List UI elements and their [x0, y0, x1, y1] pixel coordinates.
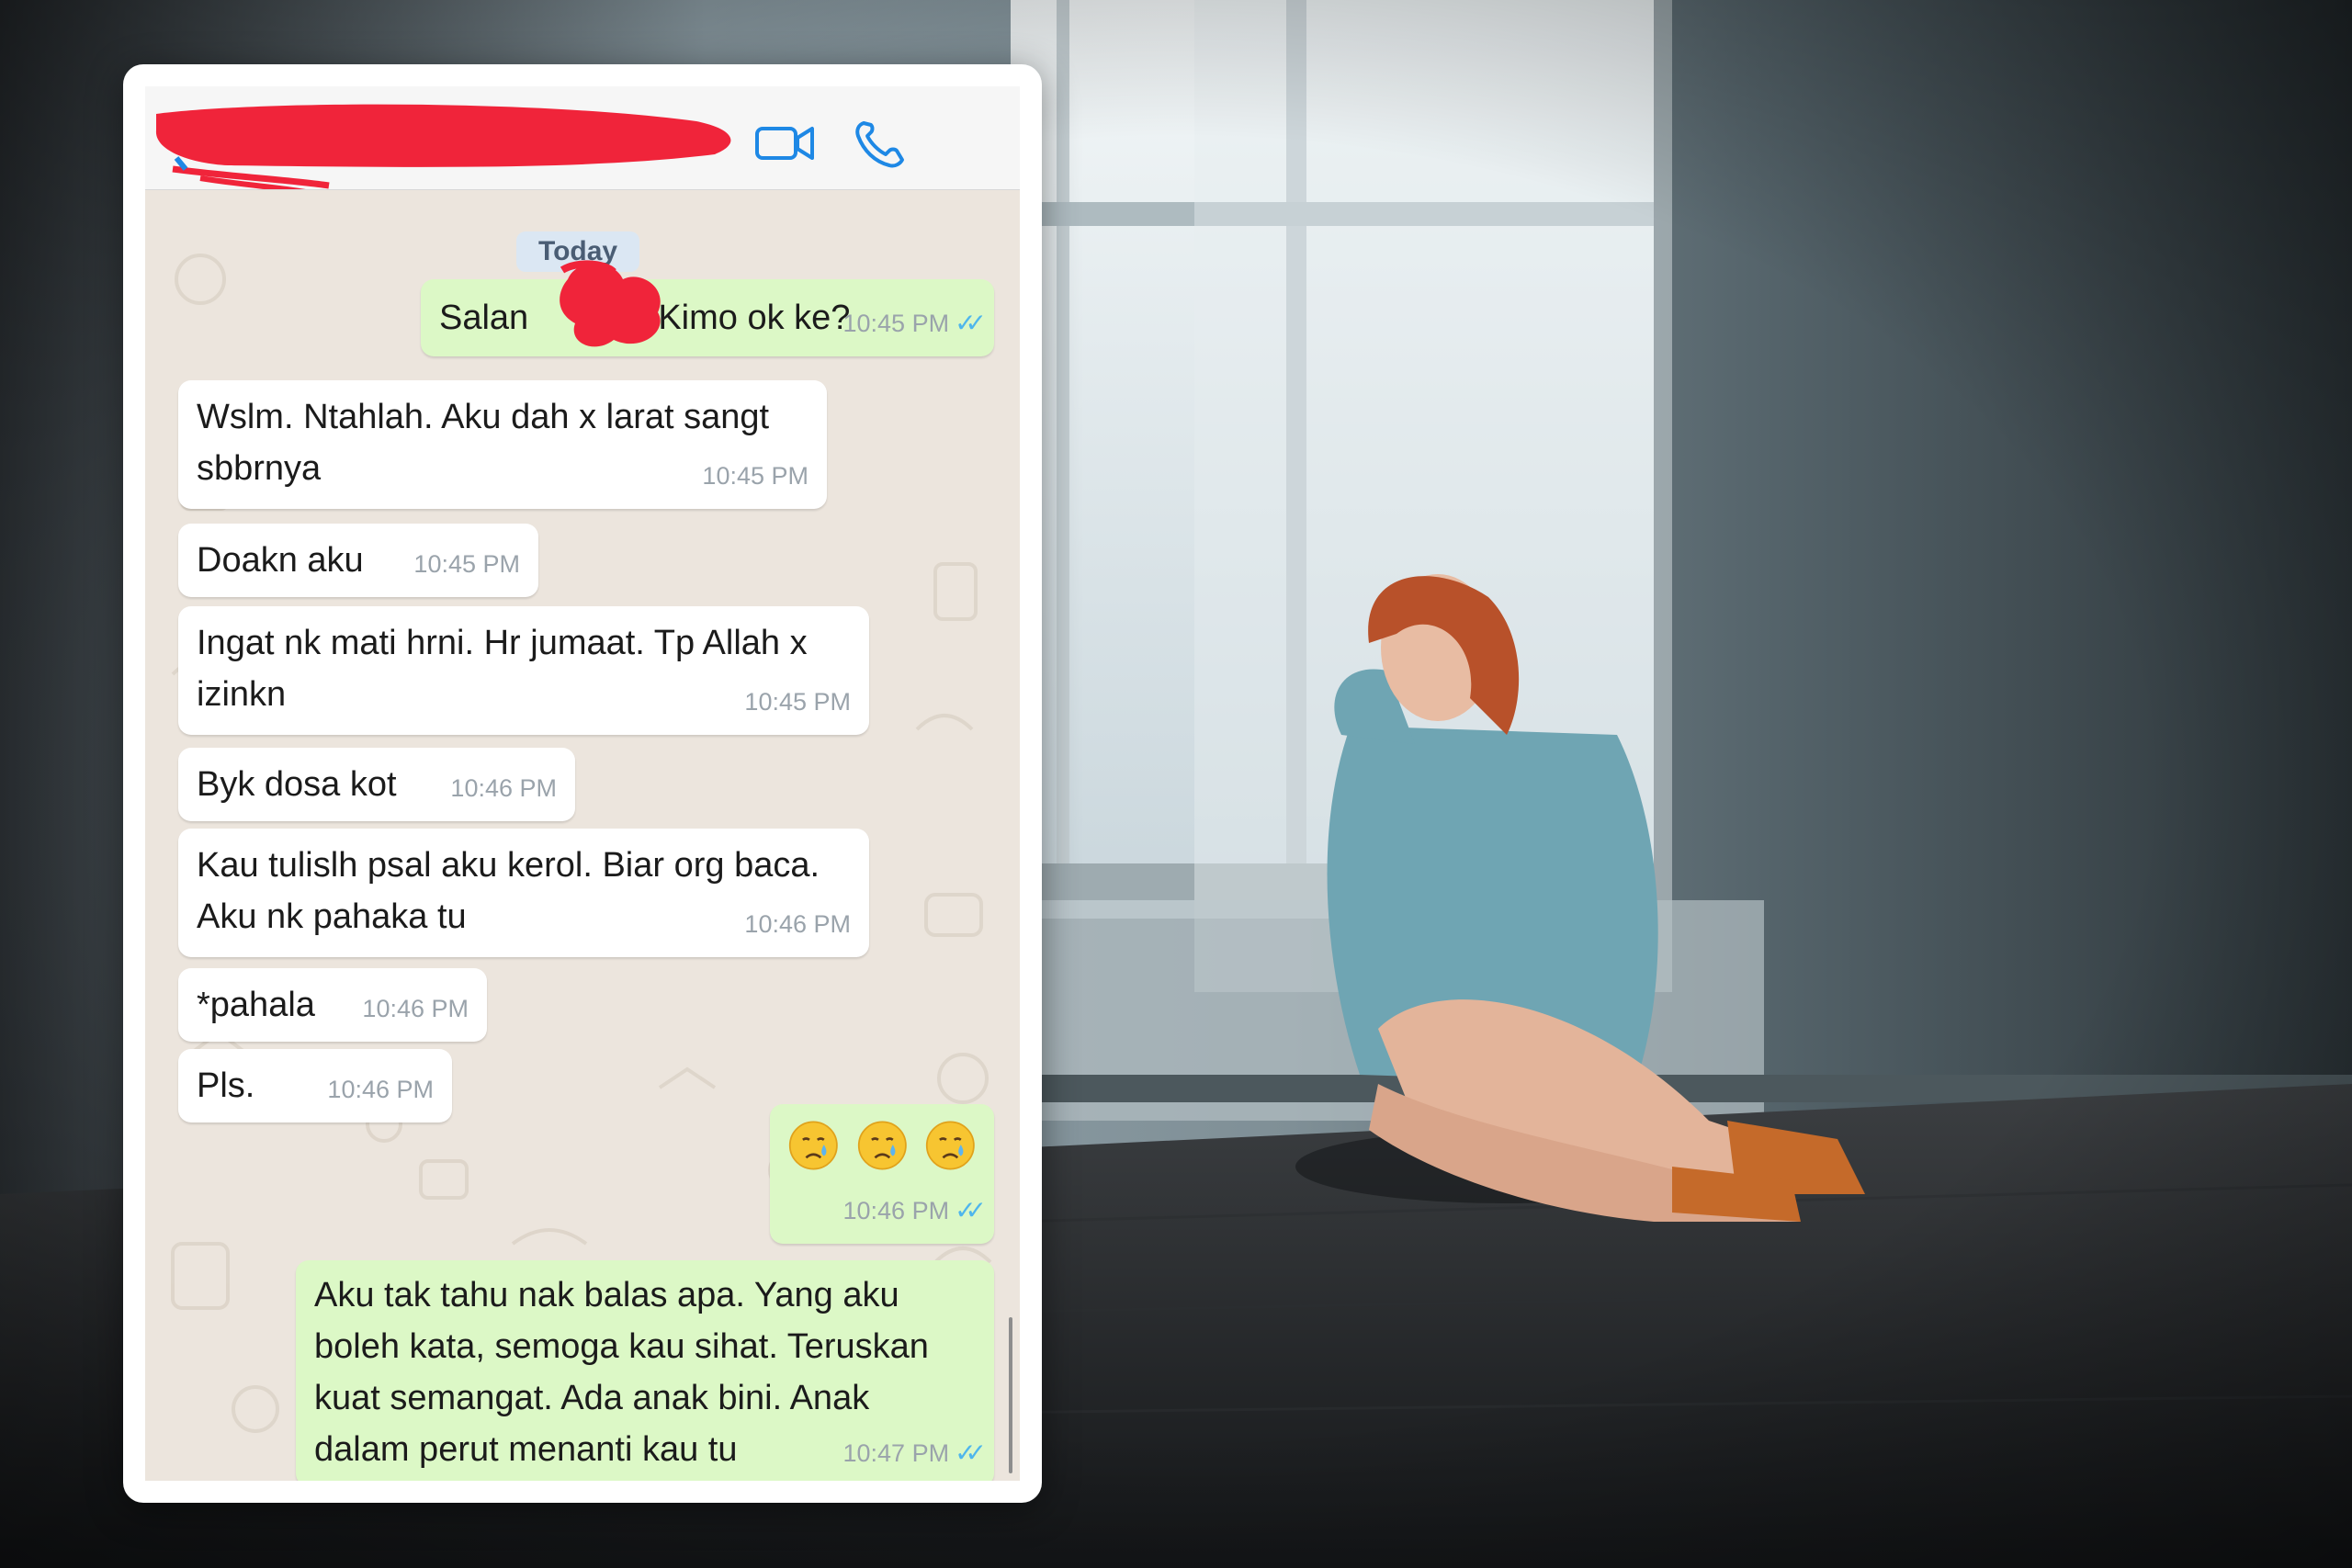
message-incoming[interactable]: Ingat nk mati hrni. Hr jumaat. Tp Allah …	[178, 606, 869, 735]
chat-header	[145, 86, 1020, 190]
message-meta: 10:45 PM ✓✓	[842, 298, 987, 349]
voice-call-icon[interactable]	[851, 118, 915, 169]
message-line: Ingat nk mati hrni. Hr jumaat. Tp Allah …	[197, 624, 808, 662]
message-meta: 10:46 PM ✓✓	[842, 1185, 987, 1236]
message-line: Aku tak tahu nak balas apa. Yang aku	[314, 1276, 899, 1314]
message-incoming[interactable]: Wslm. Ntahlah. Aku dah x larat sangt sbb…	[178, 380, 827, 509]
crying-face-icon	[788, 1121, 838, 1170]
read-receipt-icon: ✓✓	[955, 309, 987, 337]
message-outgoing-emoji[interactable]: 10:46 PM ✓✓	[770, 1104, 994, 1244]
message-incoming[interactable]: Doakn aku 10:45 PM	[178, 524, 538, 597]
message-outgoing[interactable]: Aku tak tahu nak balas apa. Yang aku bol…	[296, 1260, 994, 1481]
crying-face-icon	[926, 1121, 976, 1170]
emoji-row	[788, 1104, 976, 1174]
message-line: Wslm. Ntahlah. Aku dah x larat sangt	[197, 398, 770, 436]
message-time: 10:47 PM	[842, 1439, 950, 1467]
message-time: 10:46 PM	[327, 1076, 434, 1103]
video-call-icon[interactable]	[753, 118, 818, 169]
read-receipt-icon: ✓✓	[955, 1438, 987, 1467]
crying-face-icon	[857, 1121, 907, 1170]
message-time: 10:45 PM	[842, 310, 950, 337]
message-line: Kau tulislh psal aku kerol. Biar org bac…	[197, 846, 820, 885]
message-time: 10:46 PM	[744, 910, 851, 938]
read-receipt-icon: ✓✓	[955, 1196, 987, 1224]
message-time: 10:46 PM	[362, 995, 469, 1022]
message-incoming[interactable]: Byk dosa kot 10:46 PM	[178, 748, 575, 821]
message-line: kuat semangat. Ada anak bini. Anak	[314, 1379, 870, 1417]
message-time: 10:45 PM	[702, 462, 808, 490]
message-text-part: Salan	[439, 299, 529, 337]
message-time: 10:45 PM	[744, 688, 851, 716]
redacted-contact-name	[155, 104, 731, 189]
scrollbar[interactable]	[1009, 1317, 1012, 1473]
chat-screenshot-card: Today Salan. Kimo ok ke? 10:45 PM ✓✓ Wslm…	[123, 64, 1042, 1503]
message-time: 10:45 PM	[413, 550, 520, 578]
message-line: boleh kata, semoga kau sihat. Teruskan	[314, 1327, 929, 1366]
message-time: 10:46 PM	[450, 774, 557, 802]
redaction-scribble	[560, 260, 661, 347]
message-meta: 10:47 PM ✓✓	[842, 1427, 987, 1479]
chat-screen: Today Salan. Kimo ok ke? 10:45 PM ✓✓ Wslm…	[145, 86, 1020, 1481]
message-incoming[interactable]: Kau tulislh psal aku kerol. Biar org bac…	[178, 829, 869, 957]
message-incoming[interactable]: Pls. 10:46 PM	[178, 1049, 452, 1122]
message-time: 10:46 PM	[842, 1197, 950, 1224]
message-incoming[interactable]: *pahala 10:46 PM	[178, 968, 487, 1042]
message-outgoing[interactable]: Salan. Kimo ok ke? 10:45 PM ✓✓	[421, 279, 994, 356]
